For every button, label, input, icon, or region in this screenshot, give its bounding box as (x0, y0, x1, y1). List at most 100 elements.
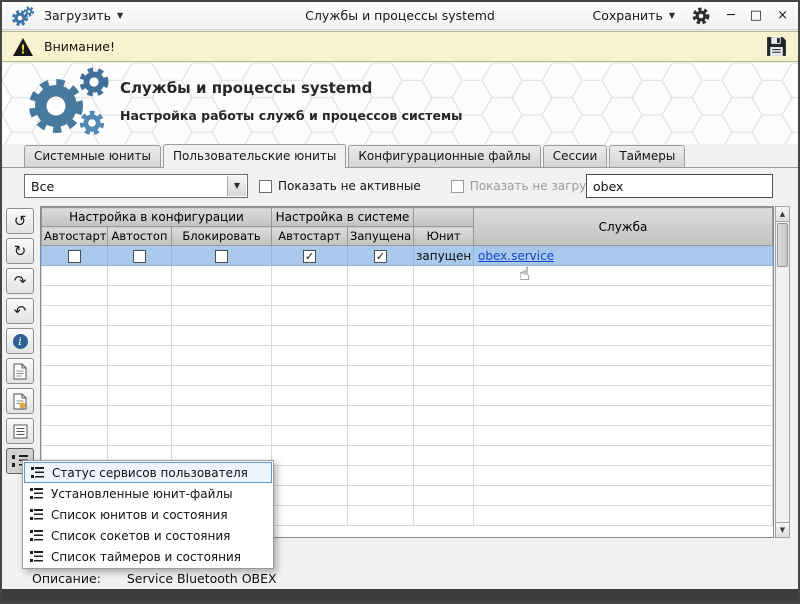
group-header-empty (413, 207, 475, 227)
list-icon (31, 467, 44, 478)
refresh-button[interactable]: ↺ (6, 208, 34, 234)
document-icon (13, 363, 27, 379)
chevron-down-icon: ▼ (233, 181, 241, 190)
column-header-autostart-config[interactable]: Автостарт (41, 226, 108, 246)
undo-button[interactable]: ↶ (6, 298, 34, 324)
scope-select-value: Все (31, 178, 55, 194)
redo-icon: ↷ (13, 272, 27, 290)
service-row[interactable]: ✓ ✓ запущен obex.service (41, 245, 773, 266)
warning-icon: ! (13, 37, 33, 56)
list-icon (30, 530, 43, 541)
floppy-disk-icon (767, 37, 786, 56)
page-subtitle: Настройка работы служб и процессов систе… (120, 108, 463, 123)
save-menu-button[interactable]: Сохранить ▼ (593, 8, 675, 23)
settings-gear-icon[interactable] (691, 6, 711, 26)
running-checkbox[interactable]: ✓ (374, 249, 387, 263)
empty-row (41, 325, 773, 346)
menu-item-label: Список юнитов и состояния (51, 507, 228, 522)
scope-select[interactable]: Все ▼ (24, 174, 248, 198)
description-label: Описание: (32, 570, 101, 586)
info-icon: i (12, 333, 28, 349)
empty-row (41, 345, 773, 366)
column-header-block[interactable]: Блокировать (171, 226, 272, 246)
header-text: Службы и процессы systemd Настройка рабо… (120, 79, 462, 123)
block-checkbox[interactable] (215, 249, 228, 263)
menu-item-units-list[interactable]: Список юнитов и состояния (24, 504, 272, 525)
menu-item-installed-unit-files[interactable]: Установленные юнит-файлы (24, 483, 272, 504)
empty-row (41, 305, 773, 326)
menu-item-sockets-list[interactable]: Список сокетов и состояния (24, 525, 272, 546)
empty-row (41, 285, 773, 306)
checkbox-box[interactable] (259, 179, 272, 193)
description-value: Service Bluetooth OBEX (126, 570, 277, 586)
scrollbar-up-button[interactable]: ▲ (776, 207, 789, 222)
window-footer (2, 589, 798, 602)
window-controls: ─ □ × (727, 9, 788, 22)
column-header-running[interactable]: Запущена (346, 226, 415, 246)
unit-list-button[interactable] (6, 418, 34, 444)
column-header-autostop[interactable]: Автостоп (107, 226, 172, 246)
column-header-service[interactable]: Служба (473, 207, 773, 246)
tab-bar: Системные юниты Пользовательские юниты К… (2, 144, 798, 168)
tab-system-units[interactable]: Системные юниты (24, 145, 161, 167)
empty-row (41, 365, 773, 386)
warning-text: Внимание! (44, 39, 115, 54)
show-inactive-label: Показать не активные (278, 179, 421, 193)
checkbox-box[interactable] (450, 179, 464, 193)
maximize-button[interactable]: □ (750, 9, 762, 22)
tab-sessions[interactable]: Сессии (542, 145, 608, 167)
status-bar: Описание: Service Bluetooth OBEX (2, 566, 798, 590)
column-header-autostart-system[interactable]: Автостарт (271, 226, 348, 246)
restart-icon: ↻ (13, 242, 27, 260)
menu-item-label: Список таймеров и состояния (51, 549, 242, 564)
save-to-file-button[interactable] (765, 35, 788, 58)
context-menu: Статус сервисов пользователя Установленн… (22, 460, 274, 569)
info-button[interactable]: i (6, 328, 34, 354)
menu-item-label: Установленные юнит-файлы (51, 486, 233, 501)
service-link[interactable]: obex.service (478, 249, 554, 263)
tab-timers[interactable]: Таймеры (609, 145, 686, 167)
tab-config-files[interactable]: Конфигурационные файлы (348, 145, 541, 167)
titlebar-right: Сохранить ▼ ─ □ × (585, 6, 791, 26)
undo-icon: ↶ (13, 302, 27, 320)
vertical-scrollbar[interactable]: ▲ ▼ (775, 206, 790, 538)
log-file-button[interactable] (6, 358, 34, 384)
autostart-system-checkbox[interactable]: ✓ (303, 249, 316, 263)
column-header-unit[interactable]: Юнит (413, 226, 475, 246)
titlebar: Службы и процессы systemd Загрузить ▼ Со… (2, 2, 798, 30)
autostop-checkbox[interactable] (133, 249, 146, 263)
page-title: Службы и процессы systemd (120, 79, 373, 97)
minimize-button[interactable]: ─ (727, 9, 735, 22)
group-header-system: Настройка в системе (270, 207, 415, 227)
empty-row (41, 405, 773, 426)
save-menu-label: Сохранить (592, 8, 663, 23)
show-inactive-checkbox[interactable]: Показать не активные (259, 179, 421, 193)
group-header-config: Настройка в конфигурации (41, 207, 272, 227)
search-input[interactable] (586, 174, 773, 198)
chevron-down-icon: ▼ (117, 10, 124, 20)
filter-bar: Все ▼ Показать не активные Показать не з… (2, 172, 798, 200)
restart-button[interactable]: ↻ (6, 238, 34, 264)
list-icon (30, 509, 43, 520)
config-file-button[interactable] (6, 388, 34, 414)
list-icon (30, 488, 43, 499)
scrollbar-thumb[interactable] (777, 223, 788, 267)
app-gears-icon (12, 5, 35, 26)
tab-user-units[interactable]: Пользовательские юниты (162, 144, 347, 168)
systemd-gears-icon (29, 67, 109, 136)
close-button[interactable]: × (777, 9, 788, 22)
redo-button[interactable]: ↷ (6, 268, 34, 294)
scope-select-button[interactable]: ▼ (227, 176, 246, 196)
header-banner: Службы и процессы systemd Настройка рабо… (2, 63, 798, 144)
scrollbar-down-button[interactable]: ▼ (776, 522, 789, 537)
menu-item-label: Список сокетов и состояния (51, 528, 231, 543)
refresh-icon: ↺ (13, 212, 27, 230)
side-toolbar: ↺ ↻ ↷ ↶ i (6, 208, 36, 474)
autostart-config-checkbox[interactable] (68, 249, 81, 263)
list-icon (30, 551, 43, 562)
menu-item-user-services-status[interactable]: Статус сервисов пользователя (24, 462, 272, 483)
menu-item-timers-list[interactable]: Список таймеров и состояния (24, 546, 272, 567)
hand-cursor-icon: ☝ (519, 264, 530, 285)
load-menu-button[interactable]: Загрузить ▼ (44, 8, 123, 23)
empty-row (41, 425, 773, 446)
